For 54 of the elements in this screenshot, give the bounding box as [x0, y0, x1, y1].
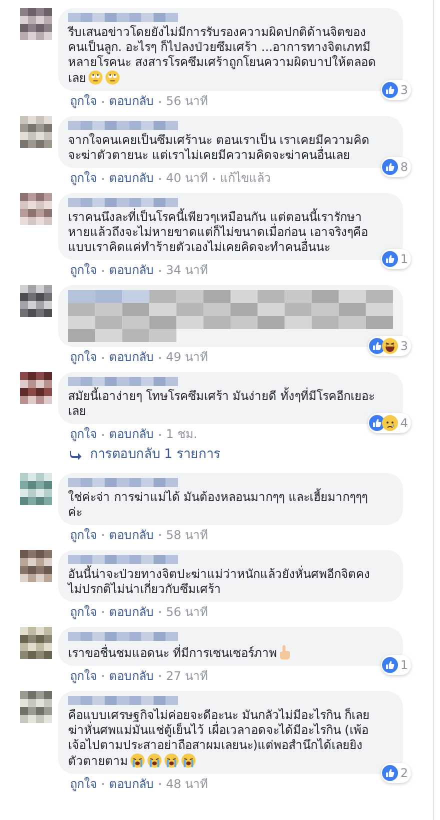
comment-text: จากใจคนเคยเป็นซึมเศร้านะ ตอนเราเป็น เราเคยมีความคิดจะฆ่าตัวตายนะ แต่เราไม่เคยมีความคิดจะฆ่าคนอื่นเลย [68, 133, 371, 163]
crying-emoji-icon [164, 752, 179, 768]
edited-label: แก้ไขแล้ว [220, 171, 272, 186]
crying-emoji-icon [147, 752, 162, 768]
reaction-count: 2 [400, 764, 408, 782]
comment-text: ใช่ค่ะจ่า การฆ่าแม่ได้ มันต้องหลอนมากๆๆ และเฮี้ยมากๆๆๆค่ะ [68, 490, 368, 520]
timestamp: 34 นาที [166, 263, 208, 278]
like-link[interactable]: ถูกใจ [70, 776, 97, 792]
reply-link[interactable]: ตอบกลับ [109, 171, 154, 186]
comment-text: รีบเสนอข่าวโดยยังไม่มีการรับรองความผิดปกติด้านจิตของคนเป็นลูก. อะไรๆ ก็ไปลงป่วยซึมเศร้า ...อาการทางจิตเภทมีหลายโรคนะ สงสารโรคซึมเศร้าถูกโยนความผิดบาปให้ตลอดเลย [68, 25, 377, 86]
comment-text: อันนี้น่าจะป่วยทางจิตปะฆ่าแม่ว่าหนักแล้วยังหั่นศพอีกจิตคงไม่ปรกติไม่น่าเกี่ยวกับซึมเศร้า [68, 566, 371, 596]
timestamp: 58 นาที [166, 528, 208, 542]
comment-text: สมัยนี้เอาง่ายๆ โทษโรคซึมเศร้า มันง่ายดี ทั้งๆที่มีโรคอีกเยอะเลย [68, 389, 376, 419]
reaction-count: 3 [400, 82, 408, 99]
reaction-count: 8 [400, 159, 408, 176]
reply-link[interactable]: ตอบกลับ [109, 350, 154, 365]
rolling-eyes-emoji-icon [88, 70, 103, 85]
like-link[interactable]: ถูกใจ [70, 668, 97, 684]
reaction-count: 4 [400, 415, 408, 432]
like-link[interactable]: ถูกใจ [70, 171, 97, 186]
reaction-count: 1 [400, 251, 408, 268]
reply-link[interactable]: ตอบกลับ [109, 94, 154, 109]
comment-text: เราคนนึงละที่เป็นโรคนี้เพียวๆเหมือนกัน แต่ตอนนี้เรารักษาหายแล้วถึงจะไม่หายขาดแต่ก็ไม่ขนาดเมื่อก่อน เอาจริงๆคือแบบเราคิดแค่ทำร้ายตัวเองไม่เคยคิดจะทำคนอื่นนะ [68, 210, 369, 255]
rolling-eyes-emoji-icon [105, 70, 120, 85]
reply-link[interactable]: ตอบกลับ [109, 528, 154, 542]
reply-link[interactable]: ตอบกลับ [109, 427, 154, 442]
timestamp: 49 นาที [166, 350, 208, 365]
reply-link[interactable]: ตอบกลับ [109, 668, 154, 684]
laughing-emoji-icon [382, 338, 398, 354]
timestamp: 40 นาที [166, 171, 208, 186]
view-replies-link[interactable]: การตอบกลับ 1 รายการ [90, 445, 221, 464]
reply-arrow-icon [70, 450, 82, 460]
hand-emoji-icon [278, 644, 291, 660]
timestamp: 56 นาที [166, 604, 208, 620]
like-link[interactable]: ถูกใจ [70, 528, 97, 542]
sad-emoji-icon [382, 415, 398, 431]
timestamp: 1 ชม. [166, 427, 198, 442]
reaction-count: 1 [400, 656, 408, 674]
reply-link[interactable]: ตอบกลับ [109, 263, 154, 278]
timestamp: 56 นาที [166, 94, 208, 109]
reply-link[interactable]: ตอบกลับ [109, 776, 154, 792]
crying-emoji-icon [181, 752, 196, 768]
timestamp: 48 นาที [166, 776, 208, 792]
comment-text: คือแบบเศรษฐกิจไม่ค่อยจะดีอะนะ มันกลัวไม่มีอะไรกิน ก็เลยฆ่าหั่นศพแม่มันแช่ตู้เย็นไว้ เผื่อเวลาอดจะได้มีอะไรกิน (เพ้อเจ้อไปตามประสาอย่าถือสาผมเลยนะ)แต่พอสำนึกได้เลยยิงตัวตายตาม [68, 708, 371, 768]
crying-emoji-icon [130, 752, 145, 768]
like-link[interactable]: ถูกใจ [70, 94, 97, 109]
reaction-count: 3 [400, 338, 408, 355]
like-link[interactable]: ถูกใจ [70, 263, 97, 278]
like-link[interactable]: ถูกใจ [70, 350, 97, 365]
like-link[interactable]: ถูกใจ [70, 604, 97, 620]
like-link[interactable]: ถูกใจ [70, 427, 97, 442]
timestamp: 27 นาที [166, 668, 208, 684]
comment-text: เราขอชื่นชมแอดนะ ที่มีการเซนเซอร์ภาพ [68, 644, 393, 660]
reply-link[interactable]: ตอบกลับ [109, 604, 154, 620]
